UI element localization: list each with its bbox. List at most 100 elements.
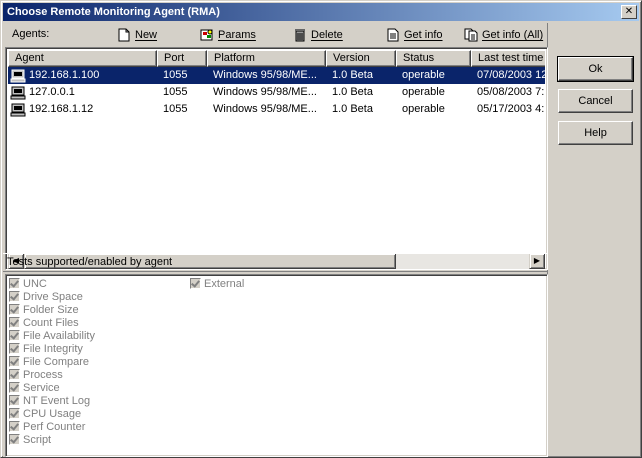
agents-list[interactable]: Agent Port Platform Version Status Last … [5,47,548,270]
test-label: CPU Usage [23,407,82,420]
test-label: Folder Size [23,303,79,316]
tests-list: UNC Drive Space Folder Size Count Files File… [5,274,548,457]
cancel-button[interactable]: Cancel [558,89,633,113]
checkbox-checked-icon [190,278,201,289]
test-label: File Compare [23,355,90,368]
cell-version: 1.0 Beta [332,103,373,115]
new-document-icon [118,28,130,42]
column-agent[interactable]: Agent [8,50,157,67]
params-button[interactable]: Params [200,26,256,44]
cell-last-test: 05/17/2003 4: [477,103,545,115]
test-checkbox-perf-counter[interactable]: Perf Counter [9,420,85,433]
cell-last-test: 05/08/2003 7: [477,86,545,98]
column-port[interactable]: Port [157,50,207,67]
test-checkbox-drive-space[interactable]: Drive Space [9,290,83,303]
get-info-all-button[interactable]: Get info (All) [464,26,543,44]
cell-status: operable [396,67,471,84]
column-status[interactable]: Status [396,50,471,67]
checkbox-checked-icon [9,395,20,406]
test-checkbox-file-compare[interactable]: File Compare [9,355,89,368]
test-label: Service [23,381,60,394]
info-document-icon [387,28,399,42]
test-checkbox-file-availability[interactable]: File Availability [9,329,95,342]
computer-icon [10,103,26,116]
tests-header: Tests supported/enabled by agent [3,253,548,272]
checkbox-checked-icon [9,278,20,289]
cell-status: operable [402,86,445,98]
cell-agent: 127.0.0.1 [8,84,157,101]
checkbox-checked-icon [9,434,20,445]
column-platform[interactable]: Platform [207,50,326,67]
rma-dialog: Choose Remote Monitoring Agent (RMA) ✕ A… [0,0,642,458]
help-button[interactable]: Help [558,121,633,145]
checkbox-checked-icon [9,343,20,354]
checkbox-checked-icon [9,317,20,328]
get-info-all-label: Get info (All) [482,29,544,41]
test-checkbox-folder-size[interactable]: Folder Size [9,303,79,316]
checkbox-checked-icon [9,369,20,380]
checkbox-checked-icon [9,356,20,367]
test-checkbox-file-integrity[interactable]: File Integrity [9,342,83,355]
new-label: New [135,29,158,41]
agents-label: Agents: [12,28,50,40]
test-label: Process [23,368,63,381]
test-label: Perf Counter [23,420,86,433]
checkbox-checked-icon [9,421,20,432]
new-button[interactable]: New [117,26,157,44]
cell-last-test: 07/08/2003 12: [471,67,545,84]
params-icon [200,29,213,41]
cell-version: 1.0 Beta [326,67,396,84]
test-checkbox-count-files[interactable]: Count Files [9,316,79,329]
cell-version: 1.0 Beta [332,86,373,98]
agent-address: 127.0.0.1 [29,86,75,98]
cell-port: 1055 [163,86,188,98]
cell-agent: 192.168.1.12 [8,101,157,118]
cell-status: operable [402,103,445,115]
cell-platform: Windows 95/98/ME... [213,103,317,115]
test-checkbox-cpu-usage[interactable]: CPU Usage [9,407,81,420]
info-documents-icon [464,28,478,42]
cell-platform: Windows 95/98/ME... [213,86,317,98]
test-label: Count Files [23,316,79,329]
computer-icon [10,86,26,99]
test-checkbox-process[interactable]: Process [9,368,63,381]
agent-address: 192.168.1.12 [29,103,94,115]
checkbox-checked-icon [9,291,20,302]
test-label: NT Event Log [23,394,91,407]
test-label: Script [23,433,52,446]
params-label: Params [218,29,256,41]
close-button[interactable]: ✕ [621,5,637,19]
delete-button[interactable]: Delete [293,26,343,44]
test-label: File Integrity [23,342,83,355]
ok-button[interactable]: Ok [557,56,634,82]
test-label: File Availability [23,329,95,342]
test-checkbox-unc[interactable]: UNC [9,277,47,290]
test-checkbox-nt-event-log[interactable]: NT Event Log [9,394,90,407]
get-info-button[interactable]: Get info [386,26,443,44]
table-row[interactable]: 192.168.1.100 1055 Windows 95/98/ME... 1… [8,67,545,84]
cell-platform: Windows 95/98/ME... [207,67,326,84]
cell-agent: 192.168.1.100 [8,67,157,84]
agent-address: 192.168.1.100 [29,69,100,81]
checkbox-checked-icon [9,408,20,419]
window-title: Choose Remote Monitoring Agent (RMA) [7,6,220,18]
test-checkbox-script[interactable]: Script [9,433,51,446]
agents-list-header: Agent Port Platform Version Status Last … [8,50,545,67]
agents-toolbar: Agents: New Params Delete Get info Get i… [3,23,548,45]
cell-port: 1055 [157,67,207,84]
checkbox-checked-icon [9,382,20,393]
checkbox-checked-icon [9,330,20,341]
trash-icon [295,29,305,42]
checkbox-checked-icon [9,304,20,315]
table-row[interactable]: 127.0.0.1 1055 Windows 95/98/ME... 1.0 B… [8,84,545,101]
agents-rows: 192.168.1.100 1055 Windows 95/98/ME... 1… [8,67,545,254]
column-last-test-time[interactable]: Last test time [471,50,545,67]
close-icon: ✕ [624,6,634,17]
test-label: Drive Space [23,290,83,303]
test-checkbox-service[interactable]: Service [9,381,60,394]
test-checkbox-external[interactable]: External [190,277,244,290]
table-row[interactable]: 192.168.1.12 1055 Windows 95/98/ME... 1.… [8,101,545,118]
cell-port: 1055 [163,103,188,115]
delete-label: Delete [311,29,343,41]
column-version[interactable]: Version [326,50,396,67]
